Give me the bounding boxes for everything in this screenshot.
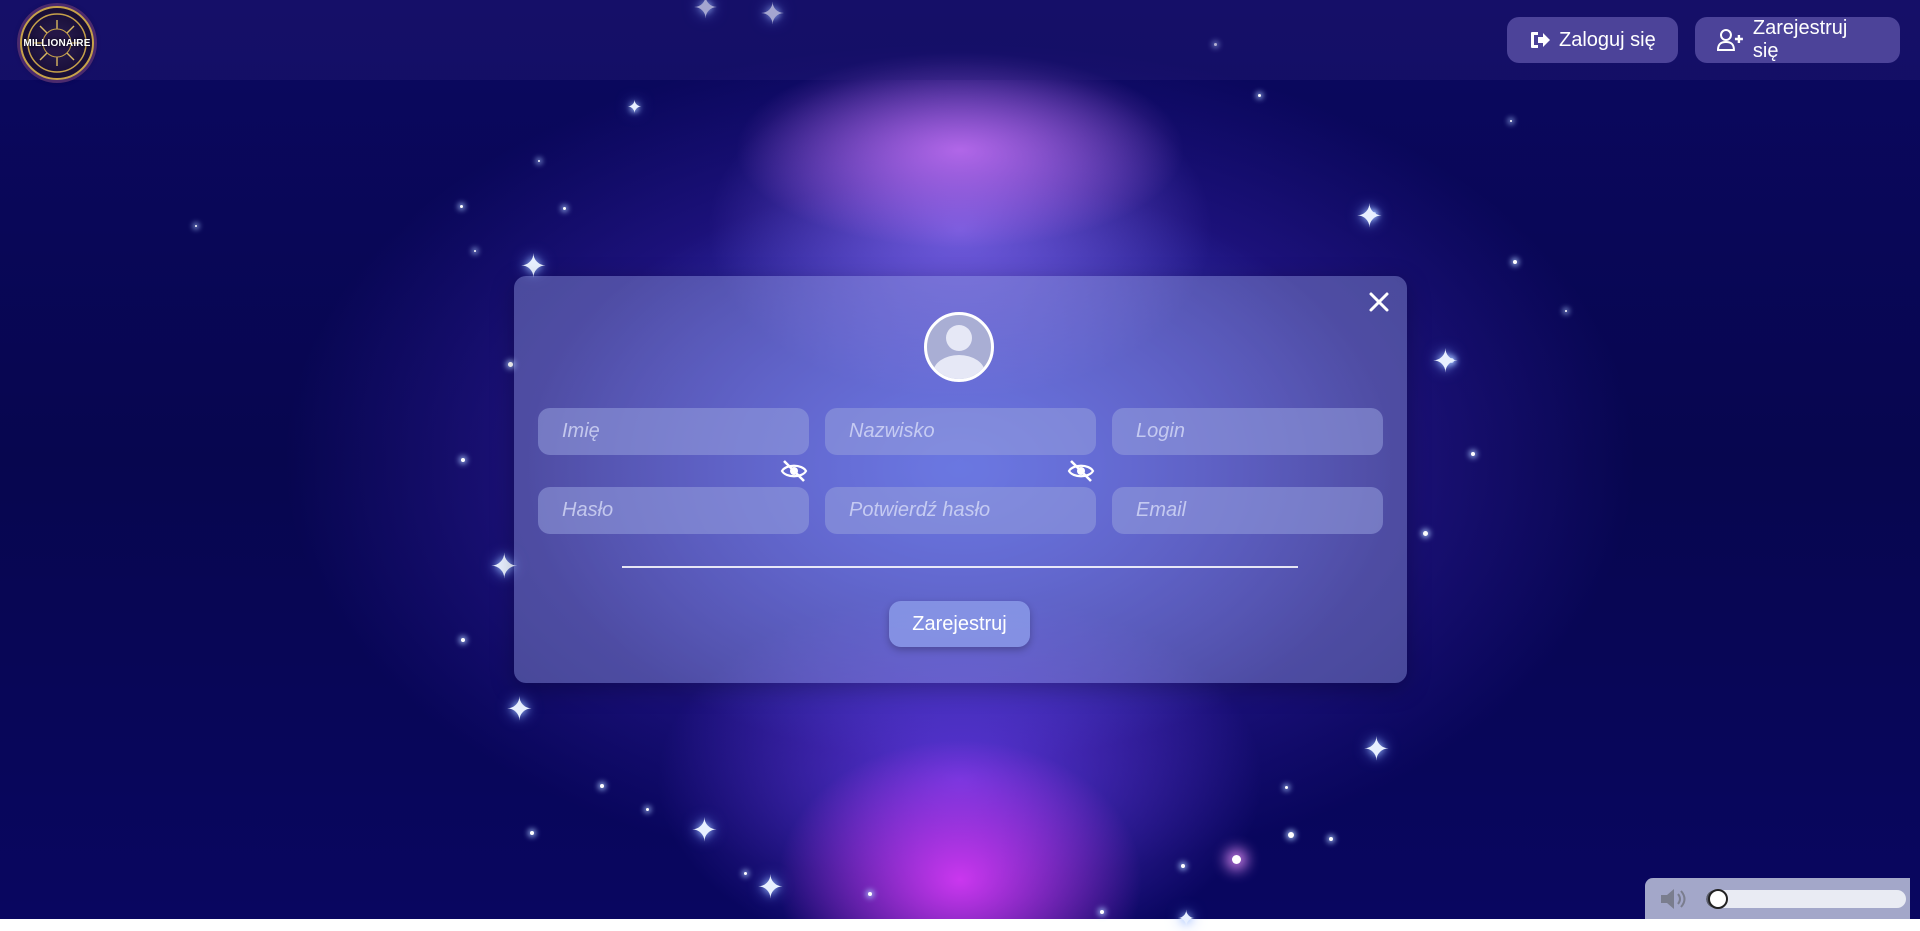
star (460, 205, 463, 208)
star (508, 362, 513, 367)
register-button[interactable]: Zarejestruj się (1695, 17, 1900, 63)
star (1329, 837, 1333, 841)
star (461, 458, 465, 462)
form-divider (622, 566, 1298, 568)
star (1288, 832, 1294, 838)
confirm-password-field[interactable] (825, 487, 1096, 534)
star (1423, 531, 1428, 536)
avatar-body (933, 355, 985, 379)
register-button-label: Zarejestruj się (1752, 17, 1848, 62)
email-field[interactable] (1112, 487, 1383, 534)
star (1285, 786, 1288, 789)
first-name-field[interactable] (538, 408, 809, 455)
millionaire-logo[interactable]: MILLIONAIRE (20, 6, 94, 80)
sign-in-icon (1531, 32, 1550, 48)
close-icon[interactable] (1366, 289, 1392, 315)
star (1565, 310, 1567, 312)
star (1471, 452, 1475, 456)
star (1100, 910, 1104, 914)
sparkle-icon: ✦ (691, 812, 718, 848)
login-button[interactable]: Zaloguj się (1507, 17, 1678, 63)
volume-slider-thumb[interactable] (1708, 889, 1728, 909)
avatar-head (946, 325, 972, 351)
star (530, 831, 534, 835)
top-bar: MILLIONAIRE Zaloguj się Zarejestruj się (0, 0, 1920, 80)
submit-register-label: Zarejestruj (912, 612, 1007, 635)
sparkle-icon: ✦ (627, 97, 643, 117)
last-name-field[interactable] (825, 408, 1096, 455)
star (563, 207, 566, 210)
star (1510, 120, 1512, 122)
eye-slash-icon[interactable] (1067, 459, 1095, 483)
sparkle-icon: ✦ (1432, 343, 1459, 379)
user-avatar-icon (924, 312, 994, 382)
star (646, 808, 649, 811)
sparkle-icon: ✦ (1356, 198, 1383, 234)
sparkle-icon: ✦ (757, 869, 784, 905)
star (1181, 864, 1185, 868)
star (538, 160, 540, 162)
user-plus-icon (1717, 29, 1743, 51)
eye-slash-icon[interactable] (780, 459, 808, 483)
sparkle-icon: ✦ (1363, 731, 1390, 767)
star (868, 892, 872, 896)
volume-slider[interactable] (1706, 890, 1906, 908)
submit-register-button[interactable]: Zarejestruj (889, 601, 1030, 647)
star (1258, 94, 1261, 97)
star (1232, 855, 1241, 864)
password-field[interactable] (538, 487, 809, 534)
star (461, 638, 465, 642)
sparkle-icon: ✦ (506, 691, 533, 727)
login-button-label: Zaloguj się (1559, 28, 1656, 51)
speaker-icon[interactable] (1659, 887, 1689, 911)
logo-text: MILLIONAIRE (23, 38, 91, 49)
star (744, 872, 747, 875)
star (195, 225, 197, 227)
star (600, 784, 604, 788)
sparkle-icon: ✦ (1177, 906, 1196, 931)
login-field[interactable] (1112, 408, 1383, 455)
star (474, 250, 476, 252)
star (1513, 260, 1517, 264)
